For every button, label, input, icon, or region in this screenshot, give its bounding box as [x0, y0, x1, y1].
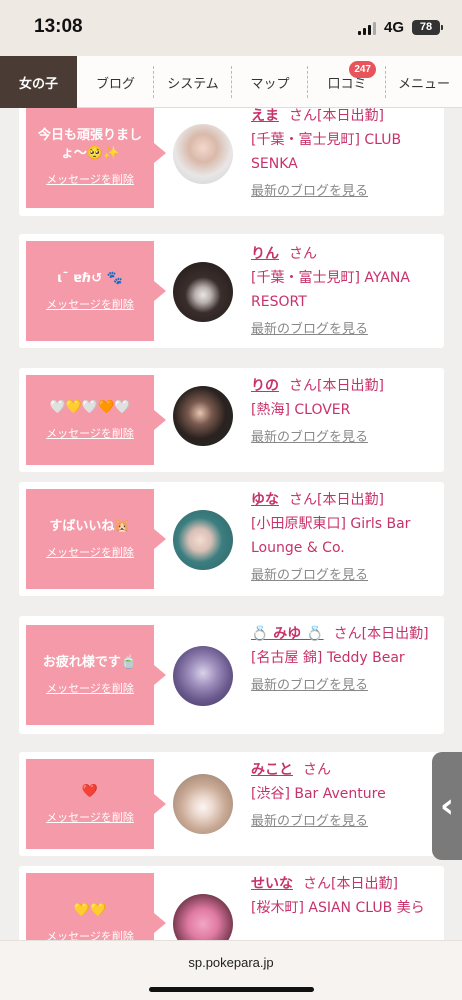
nav-tab-system[interactable]: システム — [154, 56, 232, 108]
message-bubble: ι¯ ɐℏ↺ 🐾 メッセージを削除 — [26, 241, 166, 341]
girl-card: 🤍💛🤍🧡🤍 メッセージを削除 りの さん[本日出勤] [熱海] CLOVER 最新… — [19, 368, 444, 472]
message-text: 💛💛 — [73, 903, 107, 918]
delete-message-link[interactable]: メッセージを削除 — [46, 425, 134, 441]
nav-tab-map[interactable]: マップ — [232, 56, 308, 108]
delete-message-link[interactable]: メッセージを削除 — [46, 171, 134, 187]
girl-status: さん[本日出勤] — [289, 108, 384, 124]
home-indicator — [149, 987, 314, 992]
side-drawer-toggle[interactable]: ‹ — [432, 752, 462, 860]
message-bubble: 💛💛 メッセージを削除 — [26, 873, 166, 940]
girl-name-link[interactable]: えま — [251, 108, 279, 124]
main-nav: 女の子 ブログ システム マップ 口コミ 247 メニュー — [0, 56, 462, 108]
delete-message-link[interactable]: メッセージを削除 — [46, 928, 134, 940]
favorite-girls-list: 今日も頑張りましょ〜🥺✨ メッセージを削除 えま さん[本日出勤] [千葉・富士見… — [0, 108, 462, 940]
delete-message-link[interactable]: メッセージを削除 — [46, 296, 134, 312]
girl-info: えま さん[本日出勤] [千葉・富士見町] CLUB SENKA 最新のブログを見… — [251, 108, 439, 202]
girl-card: すばいいね🐹 メッセージを削除 ゆな さん[本日出勤] [小田原駅東口] Girl… — [19, 482, 444, 596]
girl-status: さん[本日出勤] — [289, 492, 384, 508]
status-time: 13:08 — [34, 16, 83, 37]
girl-status: さん[本日出勤] — [303, 876, 398, 892]
nav-tab-blog[interactable]: ブログ — [77, 56, 154, 108]
message-text: ❤️ — [81, 784, 99, 799]
latest-blog-link[interactable]: 最新のブログを見る — [251, 676, 439, 696]
girl-card: お疲れ様です🍵 メッセージを削除 💍 みゆ 💍 さん[本日出勤] [名古屋 錦] … — [19, 616, 444, 734]
girl-info: ゆな さん[本日出勤] [小田原駅東口] Girls Bar Lounge & C… — [251, 488, 439, 586]
message-bubble: すばいいね🐹 メッセージを削除 — [26, 489, 166, 589]
girl-name-link[interactable]: せいな — [251, 876, 293, 892]
message-text: 🤍💛🤍🧡🤍 — [49, 400, 131, 415]
girl-avatar[interactable] — [173, 386, 233, 446]
message-text: ι¯ ɐℏ↺ 🐾 — [57, 271, 123, 286]
nav-label: 女の子 — [18, 76, 58, 92]
girl-info: りん さん [千葉・富士見町] AYANA RESORT 最新のブログを見る — [251, 242, 439, 340]
nav-label: マップ — [250, 76, 290, 92]
signal-icon — [357, 21, 376, 35]
shop-name[interactable]: [小田原駅東口] Girls Bar Lounge & Co. — [251, 512, 439, 560]
latest-blog-link[interactable]: 最新のブログを見る — [251, 320, 439, 340]
nav-label: ブログ — [95, 76, 135, 92]
message-text: お疲れ様です🍵 — [42, 655, 138, 670]
girl-name-link[interactable]: りの — [251, 378, 279, 394]
girl-avatar[interactable] — [173, 124, 233, 184]
girl-avatar[interactable] — [173, 894, 233, 940]
latest-blog-link[interactable]: 最新のブログを見る — [251, 428, 439, 448]
girl-status: さん — [289, 246, 317, 262]
girl-avatar[interactable] — [173, 510, 233, 570]
chevron-left-icon: ‹ — [439, 786, 454, 826]
nav-tab-menu[interactable]: メニュー — [386, 56, 462, 108]
message-text: 今日も頑張りましょ〜🥺✨ — [37, 128, 142, 161]
girl-card: ι¯ ɐℏ↺ 🐾 メッセージを削除 りん さん [千葉・富士見町] AYANA R… — [19, 234, 444, 348]
nav-label: システム — [167, 76, 219, 92]
latest-blog-link[interactable]: 最新のブログを見る — [251, 182, 439, 202]
shop-name[interactable]: [千葉・富士見町] CLUB SENKA — [251, 128, 439, 176]
delete-message-link[interactable]: メッセージを削除 — [46, 680, 134, 696]
girl-name-link[interactable]: ゆな — [251, 492, 279, 508]
latest-blog-link[interactable]: 最新のブログを見る — [251, 566, 439, 586]
girl-avatar[interactable] — [173, 774, 233, 834]
message-bubble: ❤️ メッセージを削除 — [26, 759, 166, 849]
status-bar: 13:08 4G 78 — [0, 0, 462, 56]
message-text: すばいいね🐹 — [49, 519, 131, 534]
nav-tab-reviews[interactable]: 口コミ 247 — [308, 56, 386, 108]
message-bubble: お疲れ様です🍵 メッセージを削除 — [26, 625, 166, 725]
girl-card: 今日も頑張りましょ〜🥺✨ メッセージを削除 えま さん[本日出勤] [千葉・富士見… — [19, 108, 444, 216]
girl-card: 💛💛 メッセージを削除 せいな さん[本日出勤] [桜木町] ASIAN CLUB… — [19, 866, 444, 940]
shop-name[interactable]: [熱海] CLOVER — [251, 398, 439, 422]
latest-blog-link[interactable]: 最新のブログを見る — [251, 812, 439, 832]
girl-name-link[interactable]: 💍 みゆ 💍 — [251, 626, 324, 642]
girl-avatar[interactable] — [173, 646, 233, 706]
network-type: 4G — [383, 19, 404, 36]
battery-icon: 78 — [412, 20, 443, 35]
message-bubble: 🤍💛🤍🧡🤍 メッセージを削除 — [26, 375, 166, 465]
delete-message-link[interactable]: メッセージを削除 — [46, 544, 134, 560]
status-icons: 4G 78 — [357, 19, 443, 36]
girl-info: りの さん[本日出勤] [熱海] CLOVER 最新のブログを見る — [251, 374, 439, 448]
girl-avatar[interactable] — [173, 262, 233, 322]
girl-info: 💍 みゆ 💍 さん[本日出勤] [名古屋 錦] Teddy Bear 最新のブログ… — [251, 622, 439, 696]
girl-status: さん[本日出勤] — [333, 626, 429, 642]
nav-label: メニュー — [397, 76, 450, 92]
girl-card: ❤️ メッセージを削除 みこと さん [渋谷] Bar Aventure 最新のブ… — [19, 752, 444, 856]
delete-message-link[interactable]: メッセージを削除 — [46, 809, 134, 825]
girl-name-link[interactable]: りん — [251, 246, 279, 262]
girl-info: せいな さん[本日出勤] [桜木町] ASIAN CLUB 美ら — [251, 872, 439, 920]
shop-name[interactable]: [桜木町] ASIAN CLUB 美ら — [251, 896, 439, 920]
url-text: sp.pokepara.jp — [188, 955, 274, 970]
message-bubble: 今日も頑張りましょ〜🥺✨ メッセージを削除 — [26, 108, 166, 208]
girl-status: さん[本日出勤] — [289, 378, 384, 394]
shop-name[interactable]: [名古屋 錦] Teddy Bear — [251, 646, 439, 670]
girl-info: みこと さん [渋谷] Bar Aventure 最新のブログを見る — [251, 758, 439, 832]
nav-tab-girls[interactable]: 女の子 — [0, 56, 77, 108]
shop-name[interactable]: [千葉・富士見町] AYANA RESORT — [251, 266, 439, 314]
girl-name-link[interactable]: みこと — [251, 762, 293, 778]
girl-status: さん — [303, 762, 331, 778]
shop-name[interactable]: [渋谷] Bar Aventure — [251, 782, 439, 806]
reviews-count-badge: 247 — [349, 61, 376, 78]
